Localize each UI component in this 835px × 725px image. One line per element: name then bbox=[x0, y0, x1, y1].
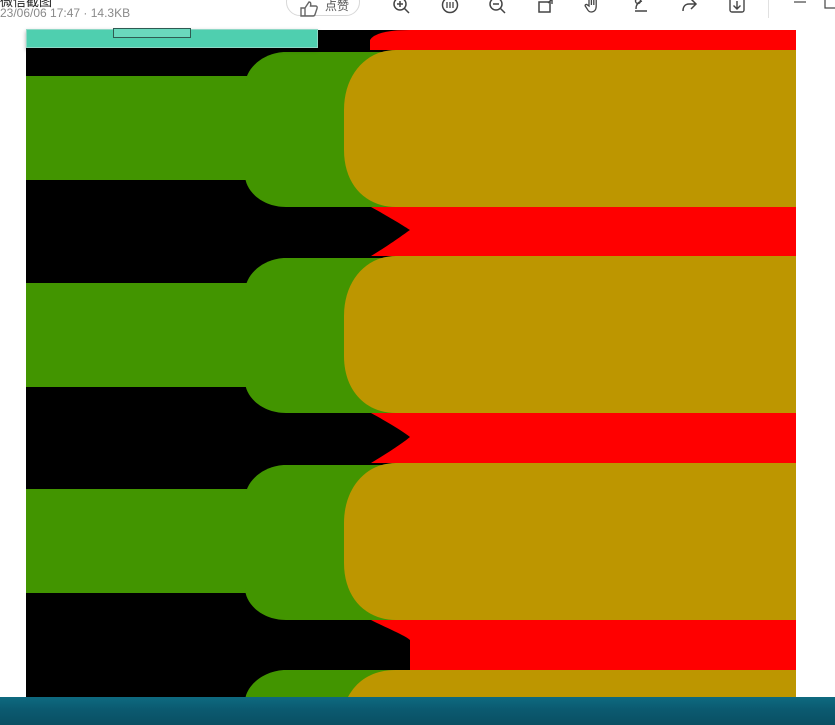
pcb-pad-image bbox=[26, 30, 796, 697]
like-button[interactable]: 点赞 bbox=[286, 0, 360, 17]
overlap-layer bbox=[344, 50, 796, 697]
share-icon[interactable] bbox=[678, 0, 700, 16]
like-label: 点赞 bbox=[325, 0, 350, 13]
floating-window[interactable] bbox=[26, 28, 318, 48]
minimize-icon[interactable] bbox=[792, 0, 808, 14]
floating-window-frame bbox=[113, 28, 191, 38]
hand-icon[interactable] bbox=[582, 0, 604, 16]
zoom-in-icon[interactable] bbox=[390, 0, 412, 16]
maximize-icon[interactable] bbox=[823, 0, 835, 14]
viewer-toolbar: 微信截图 23/06/06 17:47 · 14.3KB 点赞 bbox=[0, 0, 835, 30]
zoom-out-icon[interactable] bbox=[486, 0, 508, 16]
toolbar-divider bbox=[768, 0, 769, 18]
thumbs-up-icon bbox=[299, 1, 319, 22]
download-icon[interactable] bbox=[726, 0, 748, 16]
taskbar bbox=[0, 697, 835, 725]
edit-image-icon[interactable] bbox=[630, 0, 652, 16]
file-meta: 23/06/06 17:47 · 14.3KB bbox=[0, 6, 131, 20]
fit-icon[interactable] bbox=[439, 0, 461, 16]
image-canvas[interactable] bbox=[26, 30, 796, 697]
rotate-icon[interactable] bbox=[535, 0, 557, 16]
